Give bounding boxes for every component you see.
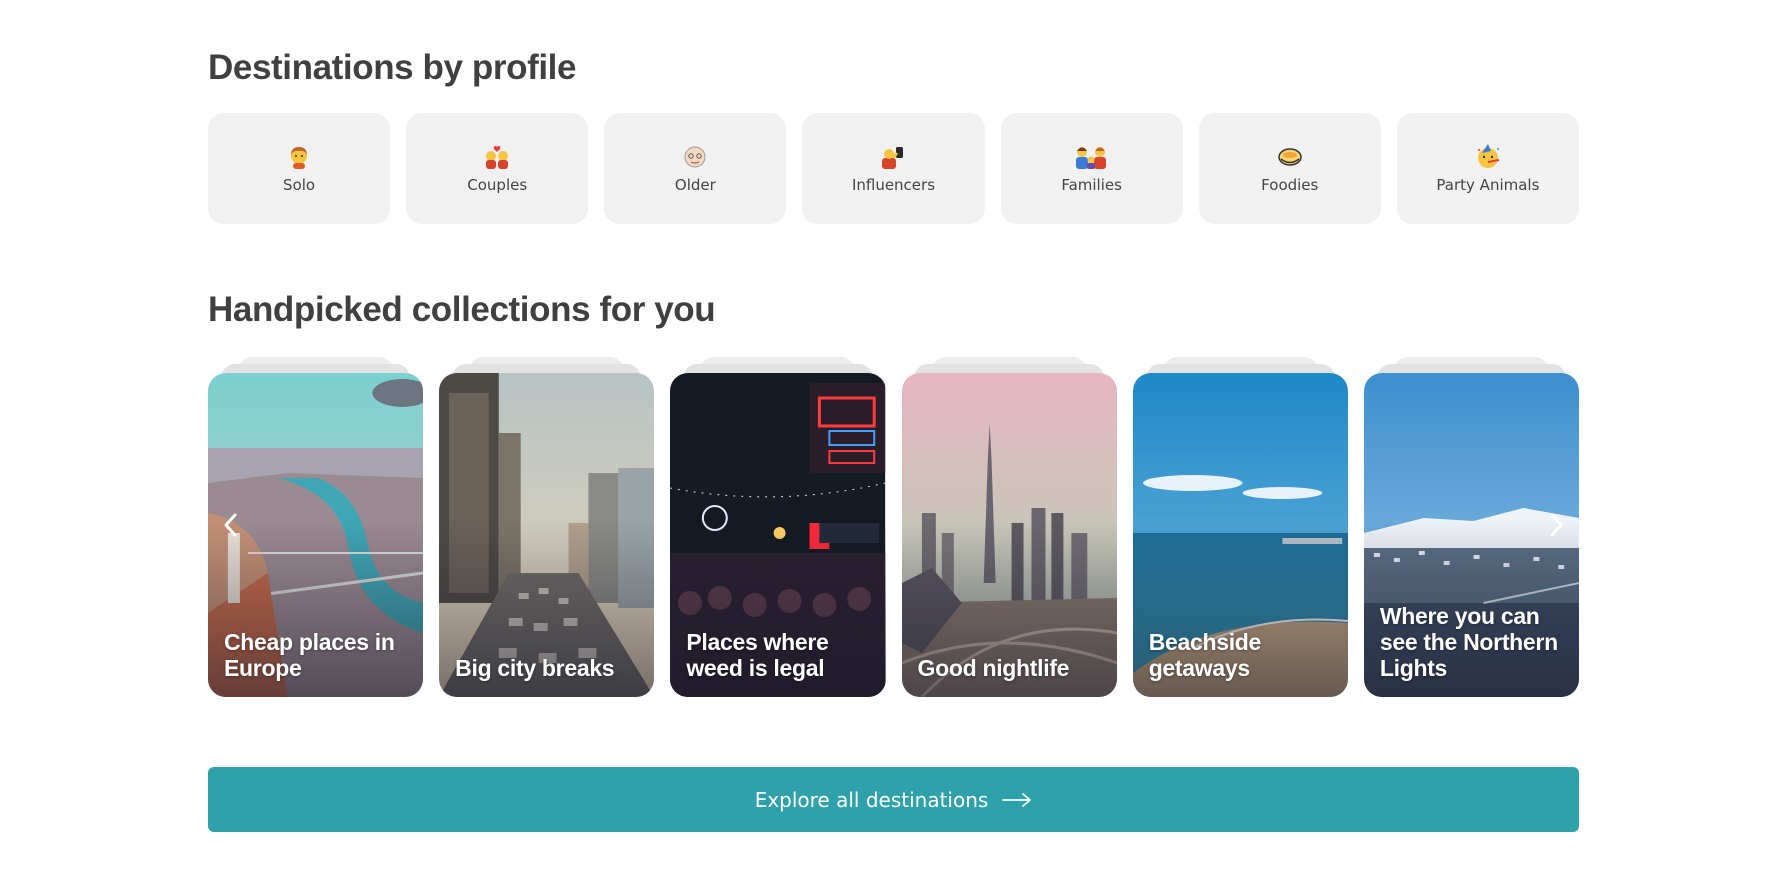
- carousel-next-button[interactable]: [1541, 510, 1571, 540]
- profile-tiles: Solo Couples Older Influencers Families …: [208, 113, 1579, 224]
- couple-heart-emoji-icon: [486, 145, 509, 169]
- collection-card-title: Big city breaks: [455, 655, 615, 681]
- profile-label: Couples: [467, 175, 528, 194]
- profile-tile-foodies[interactable]: Foodies: [1198, 113, 1381, 224]
- collection-card-title: Places where weed is legal: [686, 629, 829, 681]
- profile-tile-couples[interactable]: Couples: [406, 113, 589, 224]
- profile-tile-families[interactable]: Families: [1000, 113, 1183, 224]
- solo-person-emoji-icon: [291, 146, 308, 169]
- party-face-emoji-icon: [1477, 143, 1500, 168]
- collection-card-title: Good nightlife: [917, 655, 1070, 681]
- carousel-prev-button[interactable]: [216, 510, 246, 540]
- collection-card-big-city[interactable]: Big city breaks: [439, 373, 655, 697]
- profile-label: Influencers: [851, 175, 936, 194]
- food-bowl-emoji-icon: [1278, 147, 1302, 166]
- profile-tile-older[interactable]: Older: [604, 113, 787, 224]
- collection-card-title: Cheap places in Europe: [224, 629, 395, 681]
- collection-card-wrapper: Places where weed is legal: [670, 357, 886, 697]
- collection-card-title: Where you can see the Northern Lights: [1379, 603, 1558, 681]
- page-content: Destinations by profile Solo Couples Old…: [208, 0, 1580, 884]
- profile-label: Party Animals: [1436, 175, 1540, 194]
- chevron-right-icon: [1550, 513, 1563, 537]
- arrow-right-icon: [1002, 792, 1032, 807]
- collection-card-wrapper: Good nightlife: [901, 357, 1117, 697]
- collection-card-good-nightlife[interactable]: Good nightlife: [901, 373, 1117, 697]
- profile-tile-party-animals[interactable]: Party Animals: [1396, 113, 1579, 224]
- collection-card-wrapper: Beachside getaways: [1132, 357, 1348, 697]
- profile-tile-solo[interactable]: Solo: [208, 113, 391, 224]
- explore-all-destinations-button[interactable]: Explore all destinations: [208, 767, 1579, 832]
- collection-card-beachside[interactable]: Beachside getaways: [1132, 373, 1348, 697]
- profiles-section-title: Destinations by profile: [208, 48, 577, 87]
- profile-label: Families: [1061, 175, 1122, 194]
- profile-label: Older: [674, 175, 716, 194]
- collection-card-wrapper: Big city breaks: [439, 357, 655, 697]
- collections-carousel: Cheap places in Europe Big city breaks P…: [208, 357, 1580, 697]
- profile-tile-influencers[interactable]: Influencers: [802, 113, 985, 224]
- family-emoji-icon: [1075, 146, 1106, 169]
- profile-label: Foodies: [1261, 175, 1319, 194]
- explore-button-label: Explore all destinations: [754, 787, 989, 812]
- older-person-emoji-icon: [684, 146, 706, 167]
- collections-section-title: Handpicked collections for you: [208, 290, 716, 329]
- chevron-left-icon: [224, 513, 237, 537]
- profile-label: Solo: [283, 175, 316, 194]
- collection-card-weed-legal[interactable]: Places where weed is legal: [670, 373, 886, 697]
- collection-card-title: Beachside getaways: [1148, 629, 1262, 681]
- selfie-emoji-icon: [882, 146, 904, 169]
